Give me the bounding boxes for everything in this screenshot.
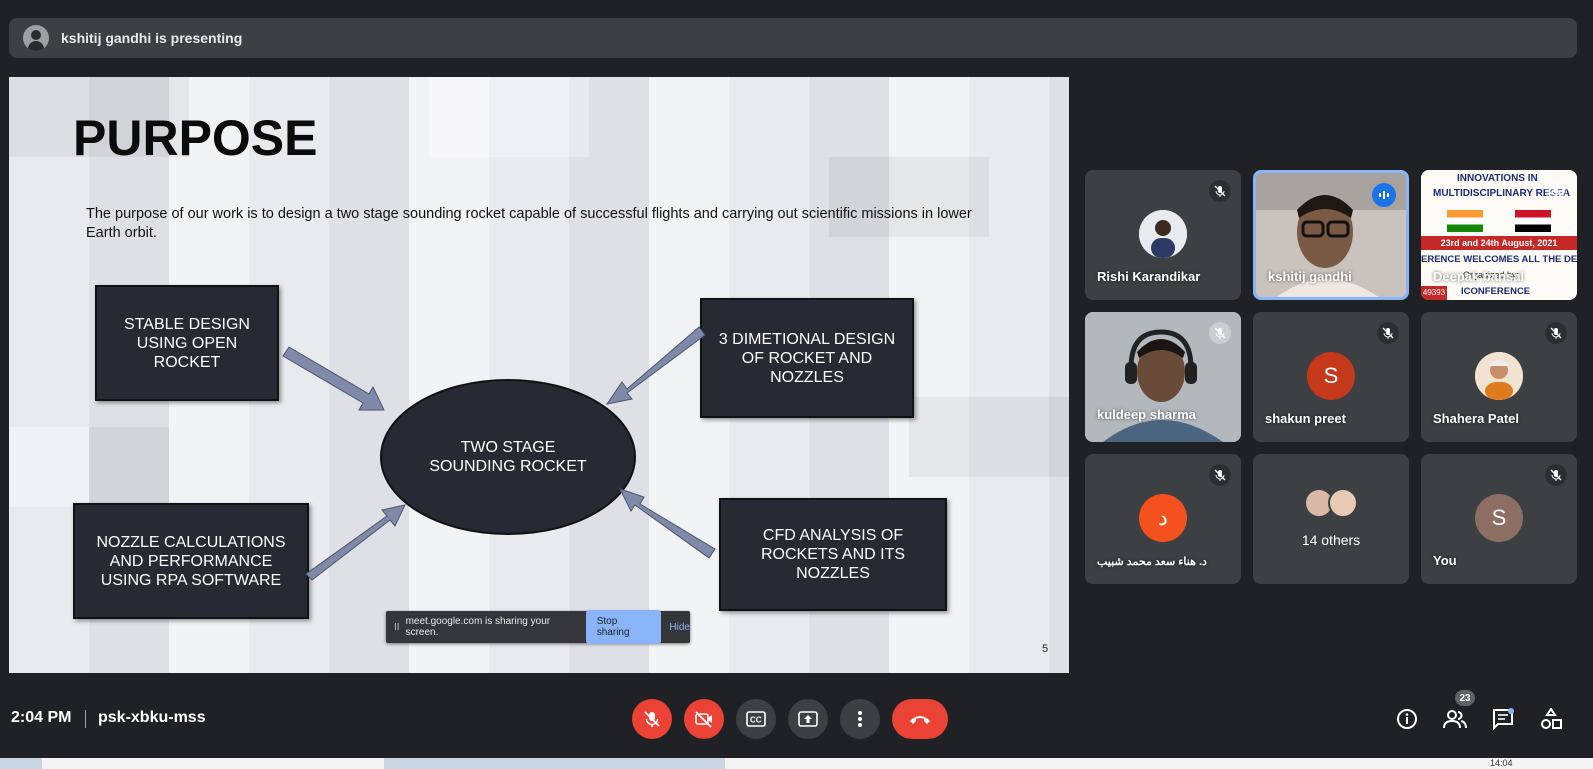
person-photo-icon — [1139, 210, 1187, 258]
participant-name: Deepak bansal — [1433, 269, 1525, 284]
participant-tile-shahera[interactable]: Shahera Patel — [1421, 312, 1577, 442]
camera-toggle-button[interactable] — [684, 699, 724, 739]
participant-tile-others[interactable]: 14 others — [1253, 454, 1409, 584]
present-icon — [798, 711, 818, 727]
mic-toggle-button[interactable] — [632, 699, 672, 739]
avatar — [1475, 352, 1523, 400]
participant-tile-kshitij[interactable]: kshitij gandhi — [1253, 170, 1409, 300]
pause-icon: II — [394, 621, 400, 633]
participant-name: Shahera Patel — [1433, 411, 1519, 426]
chat-button[interactable] — [1488, 704, 1518, 734]
people-icon — [1443, 710, 1467, 729]
mic-off-icon — [1545, 180, 1567, 202]
participant-name: د. هناء سعد محمد شبيب — [1097, 556, 1207, 568]
camera-off-icon — [695, 711, 712, 728]
participant-tile-kuldeep[interactable]: kuldeep sharma — [1085, 312, 1241, 442]
screen-share-bar: II meet.google.com is sharing your scree… — [386, 610, 690, 644]
meeting-code: psk-xbku-mss — [98, 709, 206, 726]
activities-button[interactable] — [1536, 704, 1566, 734]
share-message: meet.google.com is sharing your screen. — [405, 616, 551, 638]
mic-off-icon — [644, 711, 660, 727]
poster-line: ICONFERENCE — [1461, 286, 1531, 297]
participant-name: kshitij gandhi — [1268, 269, 1352, 284]
mic-off-icon — [1209, 180, 1231, 202]
participant-count-badge: 23 — [1455, 690, 1475, 706]
presenter-banner: kshitij gandhi is presenting — [9, 18, 1577, 58]
people-button[interactable] — [1440, 704, 1470, 734]
poster-line: INNOVATIONS IN — [1457, 173, 1538, 184]
mic-off-icon — [1545, 322, 1567, 344]
avatar — [1139, 210, 1187, 258]
poster-code: 49393 — [1421, 286, 1447, 300]
more-icon — [858, 711, 862, 727]
divider — [85, 710, 86, 728]
stop-sharing-button[interactable]: Stop sharing — [585, 610, 662, 644]
flag-india-icon — [1447, 210, 1483, 232]
mic-off-icon — [1545, 464, 1567, 486]
others-avatar-2 — [1328, 488, 1358, 518]
speaking-indicator-icon — [1372, 183, 1396, 207]
person-photo-icon — [1475, 352, 1523, 400]
participant-name: shakun preet — [1265, 411, 1346, 426]
participant-tile-hanaa[interactable]: د د. هناء سعد محمد شبيب — [1085, 454, 1241, 584]
avatar-initial: S — [1475, 494, 1523, 542]
participant-tile-you[interactable]: S You — [1421, 454, 1577, 584]
taskbar-window[interactable] — [725, 758, 1593, 769]
slide-page-number: 5 — [1042, 643, 1049, 655]
slide-arrows — [282, 326, 716, 581]
end-call-icon — [910, 716, 930, 724]
arrow-top-right — [605, 326, 706, 405]
meeting-info-button[interactable] — [1392, 704, 1422, 734]
avatar-initial: S — [1307, 352, 1355, 400]
more-options-button[interactable] — [840, 699, 880, 739]
hide-button[interactable]: Hide — [669, 622, 690, 633]
participant-tile-shakun[interactable]: S shakun preet — [1253, 312, 1409, 442]
arrow-bottom-right — [619, 488, 716, 559]
captions-icon: CC — [746, 711, 766, 727]
chat-icon — [1493, 708, 1514, 730]
participant-name: Rishi Karandikar — [1097, 269, 1201, 284]
avatar-initial: د — [1139, 494, 1187, 542]
arrow-bottom-left — [305, 504, 406, 581]
shared-screen: PURPOSE The purpose of our work is to de… — [9, 77, 1069, 673]
others-label: 14 others — [1301, 532, 1361, 548]
bottom-control-bar: 2:04 PM psk-xbku-mss CC — [0, 690, 1593, 748]
presenter-banner-text: kshitij gandhi is presenting — [61, 30, 243, 46]
poster-date: 23rd and 24th August, 2021 — [1421, 236, 1577, 250]
activities-icon — [1541, 708, 1562, 729]
participant-name: You — [1433, 553, 1457, 568]
taskbar-clock: 14:04 — [1490, 758, 1513, 768]
taskbar-window[interactable] — [42, 758, 384, 769]
svg-text:CC: CC — [750, 716, 762, 725]
participant-name: kuldeep sharma — [1097, 407, 1196, 422]
mic-off-icon — [1377, 322, 1399, 344]
end-call-button[interactable] — [892, 699, 948, 739]
poster-line: ERENCE WELCOMES ALL THE DEL — [1421, 254, 1577, 265]
flag-iraq-icon — [1515, 210, 1551, 232]
arrow-top-left — [282, 346, 385, 411]
os-taskbar: 14:04 — [0, 758, 1593, 769]
mic-off-icon — [1209, 464, 1231, 486]
current-time: 2:04 PM — [11, 709, 72, 726]
info-icon — [1397, 709, 1417, 729]
captions-button[interactable]: CC — [736, 699, 776, 739]
present-button[interactable] — [788, 699, 828, 739]
mic-off-icon — [1209, 322, 1231, 344]
participant-tile-deepak[interactable]: INNOVATIONS IN MULTIDISCIPLINARY RESEA 2… — [1421, 170, 1577, 300]
participant-tile-rishi[interactable]: Rishi Karandikar — [1085, 170, 1241, 300]
presenter-avatar — [23, 25, 49, 51]
